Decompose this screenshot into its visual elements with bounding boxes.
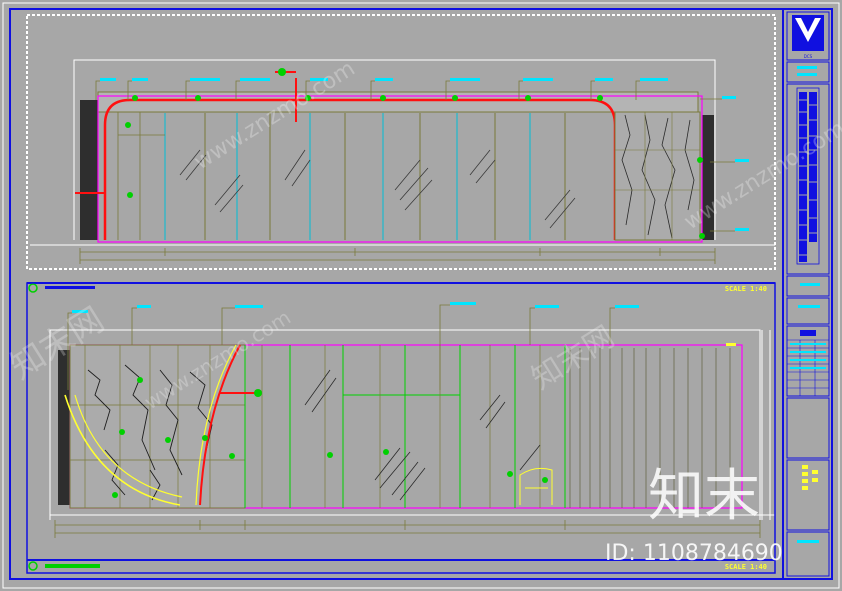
ceiling-band xyxy=(97,91,699,113)
cad-drawing-sheet: SCALE 1:40 SCALE 1:40 DCS www.znzmo.com … xyxy=(2,2,842,589)
left-dark-column xyxy=(80,100,98,240)
top-panel-scale: SCALE 1:40 xyxy=(725,285,767,293)
watermark-id: ID: 1108784690 xyxy=(605,541,783,566)
center-marker-dot xyxy=(278,68,286,76)
watermark-large-brand: 知末 xyxy=(648,464,760,529)
logo-caption: DCS xyxy=(804,54,813,59)
